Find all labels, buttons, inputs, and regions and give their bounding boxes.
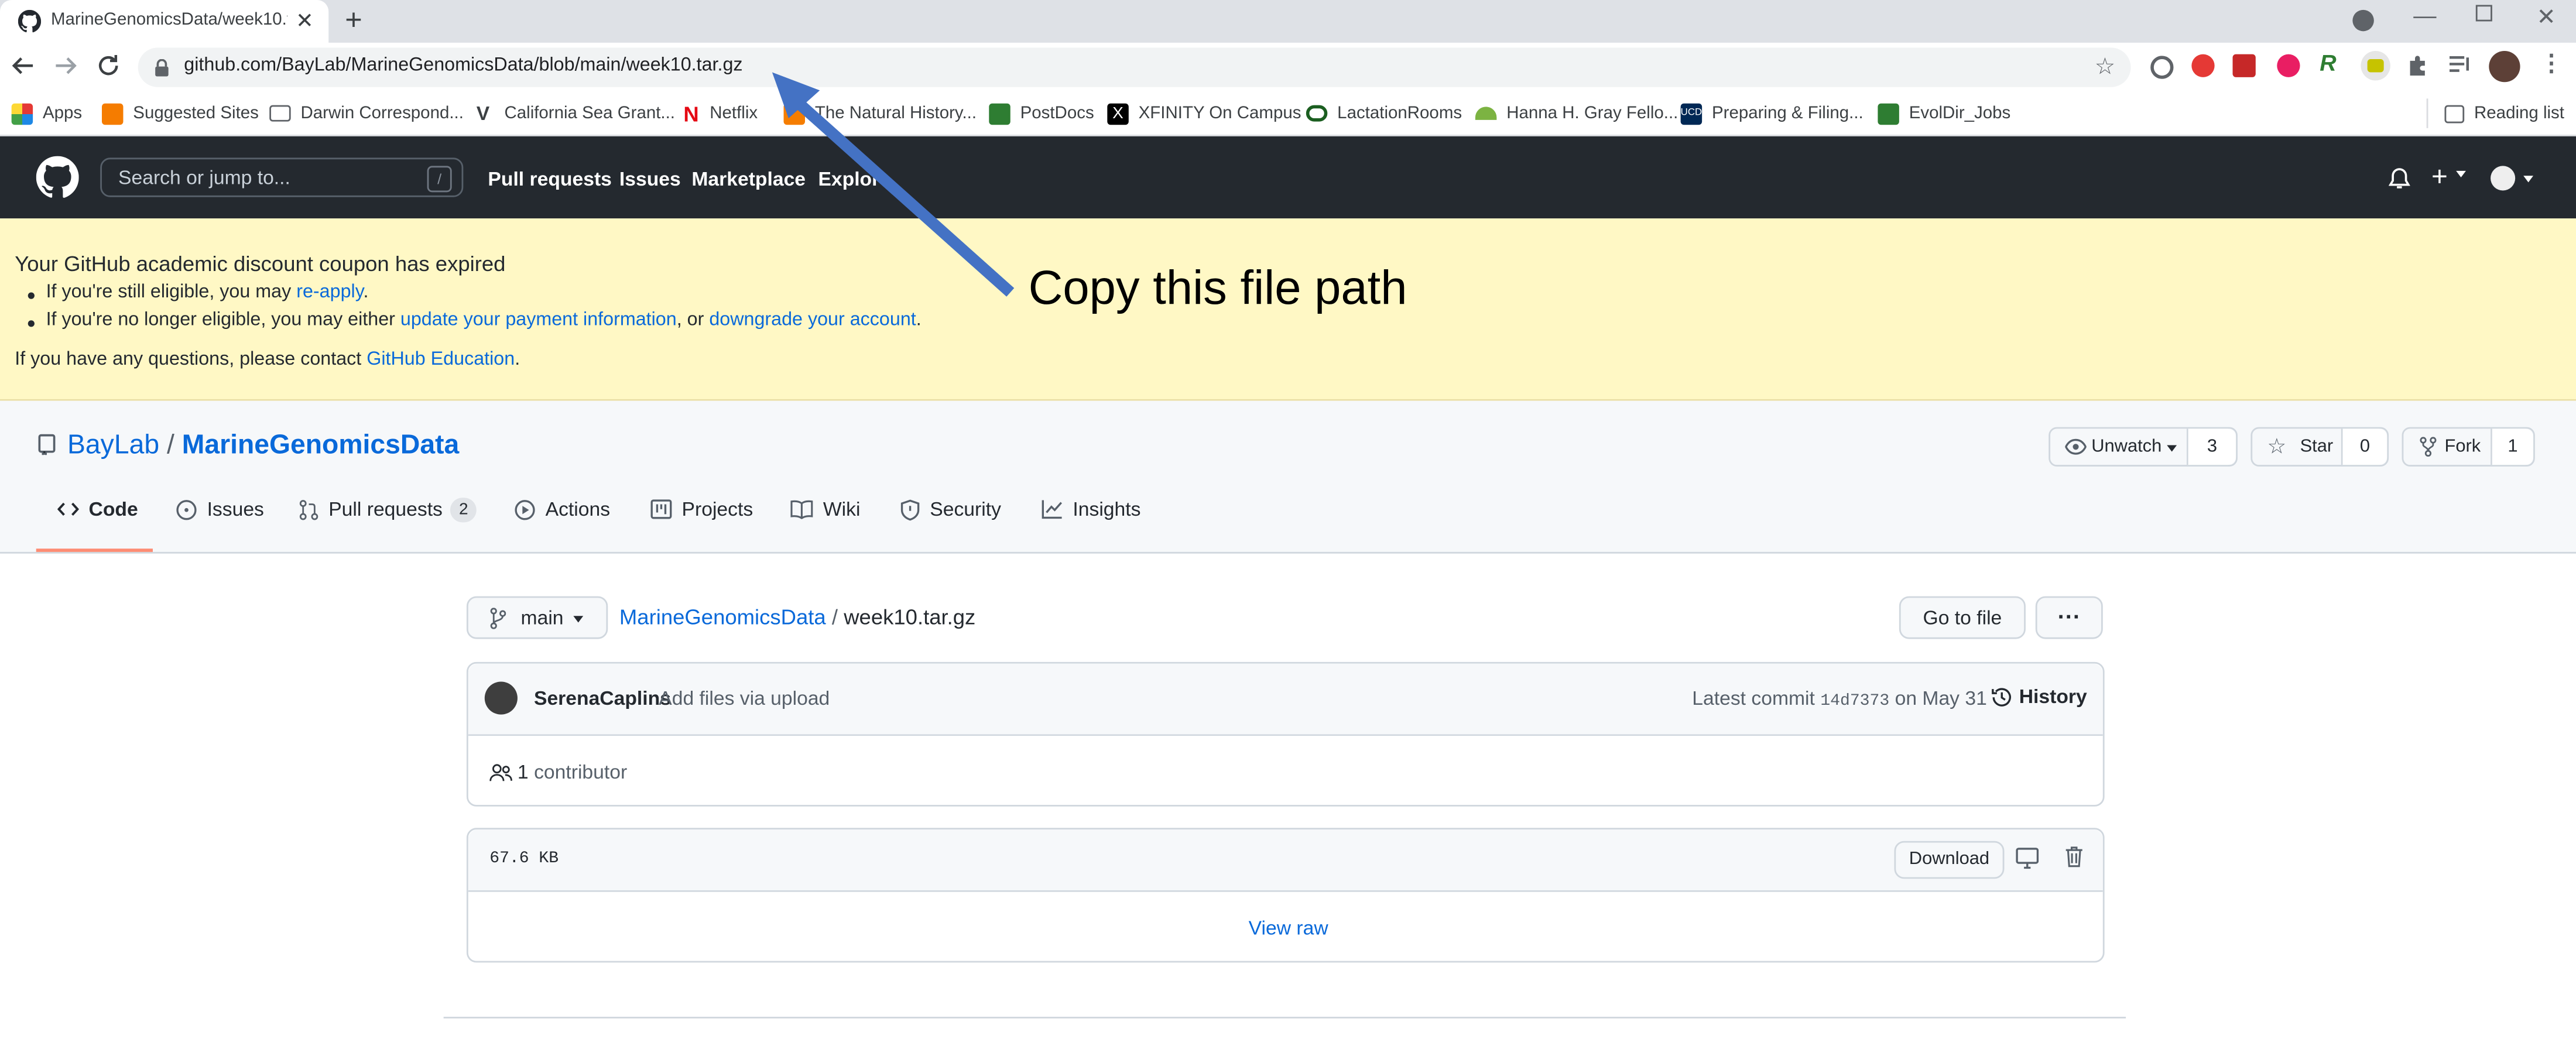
annotation-arrow-icon [772, 72, 1015, 297]
arrow-shaft [789, 94, 1015, 297]
screenshot-root: MarineGenomicsData/week10.tar ✕ + — ✕ gi… [0, 0, 2576, 1035]
